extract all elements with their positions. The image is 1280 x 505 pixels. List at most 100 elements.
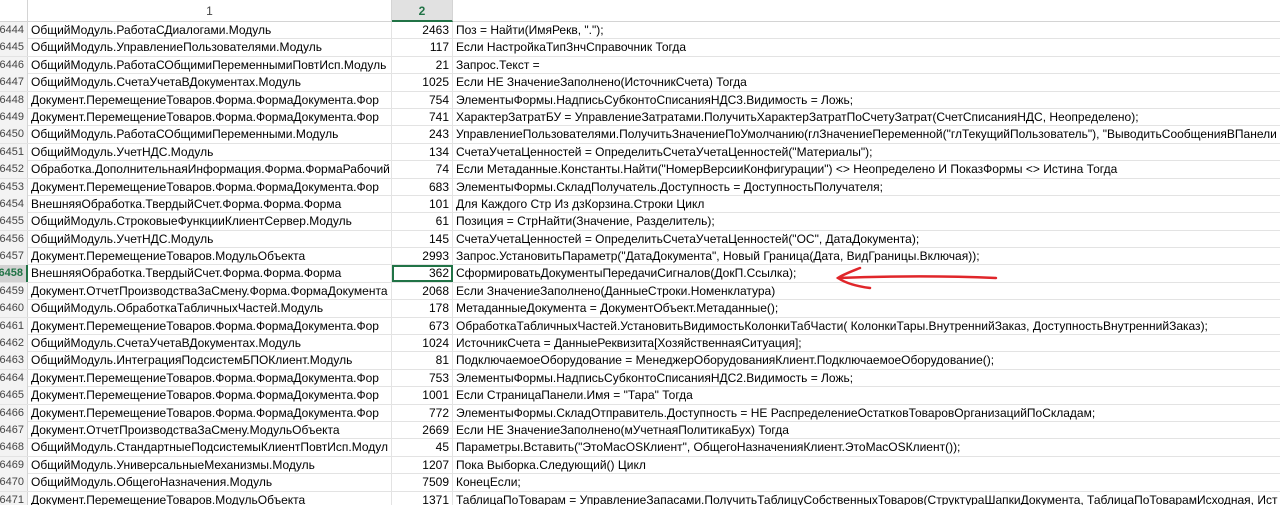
cell-code-line[interactable]: Если ЗначениеЗаполнено(ДанныеСтроки.Номе… [453, 283, 1280, 300]
cell-line-number[interactable]: 1025 [392, 74, 453, 92]
row-header[interactable]: 6463 [0, 352, 28, 370]
cell-module-name[interactable]: ОбщийМодуль.УчетНДС.Модуль [28, 230, 392, 248]
select-all-corner[interactable] [0, 0, 28, 22]
cell-code-line[interactable]: ЭлементыФормы.СкладПолучатель.Доступност… [453, 179, 1280, 196]
cell-line-number[interactable]: 772 [392, 404, 453, 422]
row-header[interactable]: 6453 [0, 178, 28, 196]
row-header[interactable]: 6467 [0, 421, 28, 439]
cell-line-number[interactable]: 753 [392, 369, 453, 387]
cell-code-line[interactable]: Параметры.Вставить("ЭтоMacOSКлиент", Общ… [453, 439, 1280, 456]
cell-line-number[interactable]: 134 [392, 143, 453, 161]
cell-code-line[interactable]: СчетаУчетаЦенностей = ОпределитьСчетаУче… [453, 144, 1280, 161]
row-header[interactable]: 6471 [0, 491, 28, 505]
row-header[interactable]: 6455 [0, 213, 28, 231]
cell-module-name[interactable]: Документ.ПеремещениеТоваров.Форма.ФормаД… [28, 317, 392, 335]
cell-code-line[interactable]: Если НЕ ЗначениеЗаполнено(мУчетнаяПолити… [453, 422, 1280, 439]
cell-code-line[interactable]: Если НЕ ЗначениеЗаполнено(ИсточникСчета)… [453, 74, 1280, 91]
cell-module-name[interactable]: ОбщийМодуль.РаботаСОбщимиПеременнымиПовт… [28, 56, 392, 74]
cell-code-line[interactable]: ЭлементыФормы.НадписьСубконтоСписанияНДС… [453, 92, 1280, 109]
column-header-1[interactable]: 1 [28, 0, 392, 22]
cell-line-number[interactable]: 2068 [392, 282, 453, 300]
cell-line-number[interactable]: 178 [392, 300, 453, 318]
row-header[interactable]: 6454 [0, 195, 28, 213]
cell-code-line[interactable]: МетаданныеДокумента = ДокументОбъект.Мет… [453, 300, 1280, 317]
row-header[interactable]: 6459 [0, 282, 28, 300]
cell-line-number[interactable]: 21 [392, 56, 453, 74]
cell-code-line[interactable]: СформироватьДокументыПередачиСигналов(До… [453, 265, 1280, 282]
cell-line-number[interactable]: 2463 [392, 22, 453, 39]
cell-line-number[interactable]: 101 [392, 195, 453, 213]
row-header[interactable]: 6470 [0, 474, 28, 492]
cell-module-name[interactable]: Обработка.ДополнительнаяИнформация.Форма… [28, 161, 392, 179]
row-header[interactable]: 6458 [0, 265, 28, 283]
cell-module-name[interactable]: Документ.ПеремещениеТоваров.МодульОбъект… [28, 248, 392, 266]
cell-module-name[interactable]: ОбщийМодуль.УчетНДС.Модуль [28, 143, 392, 161]
cell-module-name[interactable]: Документ.ПеремещениеТоваров.Форма.ФормаД… [28, 178, 392, 196]
cell-code-line[interactable]: Поз = Найти(ИмяРекв, "."); [453, 22, 1280, 39]
row-header[interactable]: 6447 [0, 74, 28, 92]
cell-line-number[interactable]: 61 [392, 213, 453, 231]
cell-module-name[interactable]: ОбщийМодуль.УниверсальныеМеханизмы.Модул… [28, 456, 392, 474]
row-header[interactable]: 6452 [0, 161, 28, 179]
cell-module-name[interactable]: Документ.ОтчетПроизводстваЗаСмену.Модуль… [28, 421, 392, 439]
cell-module-name[interactable]: Документ.ПеремещениеТоваров.Форма.ФормаД… [28, 369, 392, 387]
row-header[interactable]: 6446 [0, 56, 28, 74]
cell-code-line[interactable]: УправлениеПользователями.ПолучитьЗначени… [453, 126, 1280, 143]
cell-module-name[interactable]: ОбщийМодуль.СтандартныеПодсистемыКлиентП… [28, 439, 392, 457]
cell-module-name[interactable]: ОбщийМодуль.УправлениеПользователями.Мод… [28, 39, 392, 57]
cell-module-name[interactable]: Документ.ОтчетПроизводстваЗаСмену.Форма.… [28, 282, 392, 300]
cell-line-number[interactable]: 2669 [392, 421, 453, 439]
cell-code-line[interactable]: ОбработкаТабличныхЧастей.УстановитьВидим… [453, 318, 1280, 335]
cell-line-number[interactable]: 145 [392, 230, 453, 248]
cell-line-number[interactable]: 754 [392, 91, 453, 109]
cell-code-line[interactable]: Запрос.УстановитьПараметр("ДатаДокумента… [453, 248, 1280, 265]
row-header[interactable]: 6445 [0, 39, 28, 57]
cell-code-line[interactable]: Запрос.Текст = [453, 57, 1280, 74]
cell-code-line[interactable]: КонецЕсли; [453, 474, 1280, 491]
cell-line-number[interactable]: 1001 [392, 387, 453, 405]
row-header[interactable]: 6466 [0, 404, 28, 422]
cell-line-number[interactable]: 2993 [392, 248, 453, 266]
cell-line-number[interactable]: 243 [392, 126, 453, 144]
row-header[interactable]: 6460 [0, 300, 28, 318]
cell-module-name[interactable]: Документ.ПеремещениеТоваров.Форма.ФормаД… [28, 108, 392, 126]
cell-module-name[interactable]: ВнешняяОбработка.ТвердыйСчет.Форма.Форма… [28, 195, 392, 213]
row-header[interactable]: 6461 [0, 317, 28, 335]
cell-module-name[interactable]: ОбщийМодуль.РаботаСОбщимиПеременными.Мод… [28, 126, 392, 144]
cell-code-line[interactable]: Позиция = СтрНайти(Значение, Разделитель… [453, 213, 1280, 230]
cell-line-number[interactable]: 7509 [392, 474, 453, 492]
cell-code-line[interactable]: Если Метаданные.Константы.Найти("НомерВе… [453, 161, 1280, 178]
cell-module-name[interactable]: ОбщийМодуль.ИнтеграцияПодсистемБПОКлиент… [28, 352, 392, 370]
cell-line-number[interactable]: 1024 [392, 335, 453, 353]
cell-code-line[interactable]: ТаблицаПоТоварам = УправлениеЗапасами.По… [453, 492, 1280, 505]
cell-module-name[interactable]: Документ.ПеремещениеТоваров.Форма.ФормаД… [28, 91, 392, 109]
cell-module-name[interactable]: ВнешняяОбработка.ТвердыйСчет.Форма.Форма… [28, 265, 392, 283]
cell-line-number[interactable]: 74 [392, 161, 453, 179]
cell-module-name[interactable]: Документ.ПеремещениеТоваров.МодульОбъект… [28, 491, 392, 505]
row-header[interactable]: 6451 [0, 143, 28, 161]
column-header-3[interactable] [453, 0, 1280, 22]
cell-line-number[interactable]: 117 [392, 39, 453, 57]
cell-line-number[interactable]: 683 [392, 178, 453, 196]
row-header[interactable]: 6469 [0, 456, 28, 474]
cell-module-name[interactable]: ОбщийМодуль.ОбработкаТабличныхЧастей.Мод… [28, 300, 392, 318]
row-header[interactable]: 6457 [0, 248, 28, 266]
row-header[interactable]: 6449 [0, 108, 28, 126]
cell-module-name[interactable]: ОбщийМодуль.СчетаУчетаВДокументах.Модуль [28, 74, 392, 92]
cell-code-line[interactable]: ЭлементыФормы.СкладОтправитель.Доступнос… [453, 405, 1280, 422]
row-header[interactable]: 6465 [0, 387, 28, 405]
cell-code-line[interactable]: ПодключаемоеОборудование = МенеджерОбору… [453, 352, 1280, 369]
cell-code-line[interactable]: ИсточникСчета = ДанныеРеквизита[Хозяйств… [453, 335, 1280, 352]
row-header[interactable]: 6464 [0, 369, 28, 387]
cell-code-line[interactable]: Если НастройкаТипЗнчСправочник Тогда [453, 39, 1280, 56]
cell-code-line[interactable]: Для Каждого Стр Из дзКорзина.Строки Цикл [453, 196, 1280, 213]
column-header-2[interactable]: 2 [392, 0, 453, 22]
cell-module-name[interactable]: ОбщийМодуль.СтроковыеФункцииКлиентСервер… [28, 213, 392, 231]
cell-line-number[interactable]: 81 [392, 352, 453, 370]
row-header[interactable]: 6456 [0, 230, 28, 248]
cell-code-line[interactable]: Если СтраницаПанели.Имя = "Тара" Тогда [453, 387, 1280, 404]
cell-line-number-selected[interactable]: 362 [392, 265, 453, 283]
cell-line-number[interactable]: 1207 [392, 456, 453, 474]
cell-line-number[interactable]: 673 [392, 317, 453, 335]
cell-code-line[interactable]: ЭлементыФормы.НадписьСубконтоСписанияНДС… [453, 370, 1280, 387]
